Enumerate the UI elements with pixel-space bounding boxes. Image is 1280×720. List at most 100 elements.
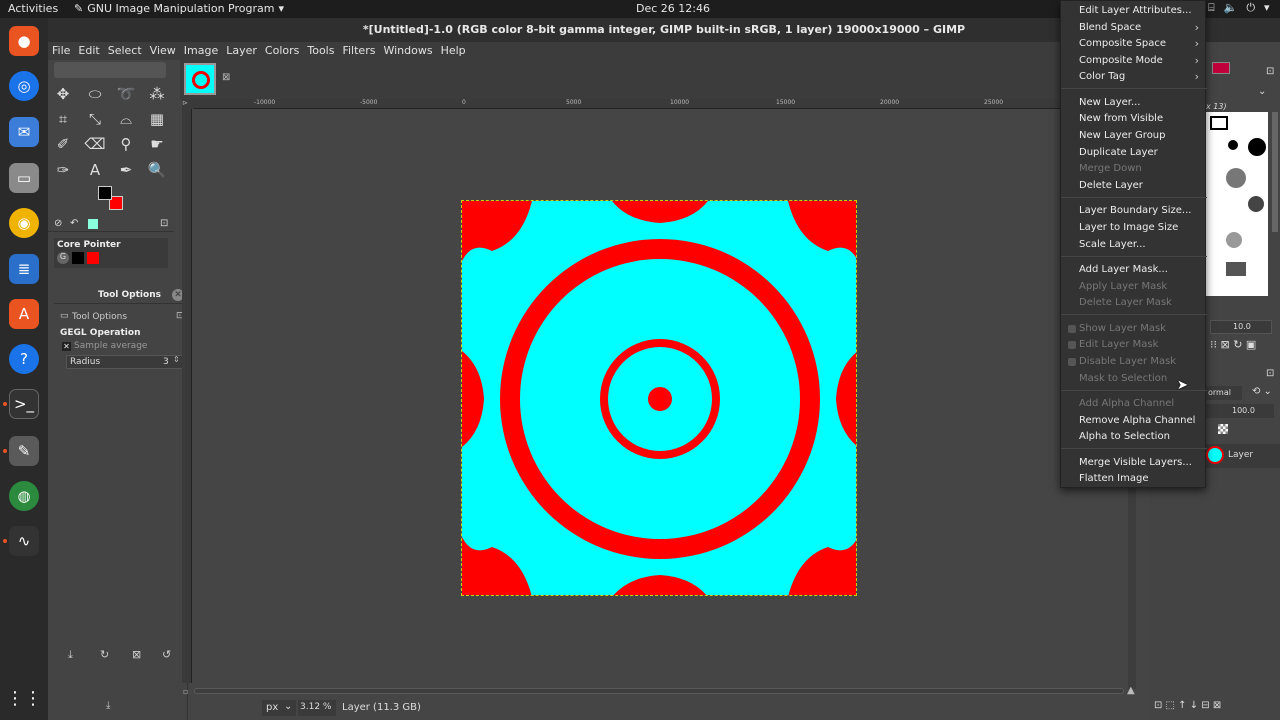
sample-average-checkbox[interactable]: ✕ [62, 342, 71, 351]
brush-item[interactable] [1248, 196, 1264, 212]
zoom-tool-icon[interactable]: 🔍 [146, 160, 168, 180]
image-thumbnail-tab[interactable] [184, 63, 216, 95]
close-tab-icon[interactable]: ⊠ [222, 72, 230, 83]
ruler-corner-icon[interactable]: ⊳ [182, 99, 194, 109]
menu-windows[interactable]: Windows [379, 42, 436, 60]
menu-colors[interactable]: Colors [261, 42, 303, 60]
delete-options-icon[interactable]: ⊠ [132, 648, 141, 661]
save-options-icon[interactable]: ⤓ [68, 648, 73, 662]
layer-actions-icons[interactable]: ⊡ ⬚ ↑ ↓ ⊟ ⊠ [1154, 700, 1221, 711]
stepper-icon[interactable]: ⇕ [173, 355, 180, 364]
menu-item-merge-visible-layers[interactable]: Merge Visible Layers... [1079, 455, 1203, 471]
rect-select-tool-icon[interactable]: ⬭ [84, 84, 106, 104]
quick-mask-toggle-icon[interactable]: ▫ [183, 687, 188, 696]
horizontal-scrollbar[interactable] [194, 688, 1124, 694]
reset-mode-icon[interactable]: ⟲ ⌄ [1252, 386, 1272, 397]
menu-filters[interactable]: Filters [338, 42, 379, 60]
menu-view[interactable]: View [146, 42, 180, 60]
rhythmbox-icon[interactable]: ◉ [9, 208, 39, 238]
foreground-color-swatch[interactable] [98, 186, 112, 200]
fuzzy-select-tool-icon[interactable]: ⁂ [146, 84, 168, 104]
brush-item[interactable] [1226, 262, 1246, 276]
libreoffice-writer-icon[interactable]: ≣ [9, 254, 39, 284]
undo-history-icon[interactable]: ↶ [70, 218, 78, 229]
menu-item-duplicate-layer[interactable]: Duplicate Layer [1079, 145, 1203, 161]
paths-tool-icon[interactable]: ✑ [52, 160, 74, 180]
brush-item[interactable] [1210, 116, 1228, 130]
menu-item-remove-alpha-channel[interactable]: Remove Alpha Channel [1079, 413, 1203, 429]
opacity-spinner[interactable]: 100.0 [1206, 404, 1274, 418]
menu-tools[interactable]: Tools [303, 42, 338, 60]
brush-item[interactable] [1226, 232, 1242, 248]
software-center-icon[interactable]: A [9, 299, 39, 329]
color-picker-tool-icon[interactable]: ✒ [115, 160, 137, 180]
system-monitor-icon[interactable]: ∿ [9, 526, 39, 556]
brushes-grid[interactable] [1206, 112, 1268, 296]
eraser-tool-icon[interactable]: ⌫ [84, 134, 106, 154]
app-menu[interactable]: ✎ GNU Image Manipulation Program ▾ [74, 2, 284, 15]
menu-item-blend-space[interactable]: Blend Space › [1079, 20, 1203, 36]
menu-item-new-layer-group[interactable]: New Layer Group [1079, 128, 1203, 144]
spacing-spinner[interactable]: 10.0 [1210, 320, 1272, 334]
transform-tool-icon[interactable]: ⤡ [84, 109, 106, 129]
menu-item-layer-boundary-size[interactable]: Layer Boundary Size... [1079, 203, 1203, 219]
menu-item-add-layer-mask[interactable]: Add Layer Mask... [1079, 262, 1203, 278]
reset-options-icon[interactable]: ↺ [162, 648, 171, 661]
menu-item-new-layer[interactable]: New Layer... [1079, 95, 1203, 111]
clock[interactable]: Dec 26 12:46 [636, 2, 710, 15]
smudge-tool-icon[interactable]: ☛ [146, 134, 168, 154]
layer-row[interactable]: Layer [1202, 444, 1280, 468]
lock-alpha-icon[interactable] [1218, 424, 1228, 434]
gimp-icon[interactable]: ✎ [9, 436, 39, 466]
menu-item-alpha-to-selection[interactable]: Alpha to Selection [1079, 429, 1203, 445]
brush-actions-icons[interactable]: ⁝⁝ ⊠ ↻ ▣ [1210, 338, 1256, 351]
crop-tool-icon[interactable]: ⌗ [52, 109, 74, 129]
menu-item-composite-space[interactable]: Composite Space › [1079, 36, 1203, 52]
menu-help[interactable]: Help [437, 42, 470, 60]
radius-spinner[interactable]: Radius 3 ⇕ [66, 355, 184, 369]
warp-tool-icon[interactable]: ⌓ [115, 109, 137, 129]
kaleidoscope-image[interactable] [461, 200, 857, 596]
gradient-tool-icon[interactable]: ▦ [146, 109, 168, 129]
show-apps-icon[interactable]: ⋮⋮ [6, 683, 42, 713]
terminal-icon[interactable]: >_ [9, 389, 39, 419]
menu-item-scale-layer[interactable]: Scale Layer... [1079, 237, 1203, 253]
system-tray[interactable]: ⌸ 🔈 ⏻ ▾ [1208, 1, 1270, 15]
help-icon[interactable]: ? [9, 344, 39, 374]
layer-mode-select[interactable]: ormal [1206, 386, 1242, 400]
menu-item-edit-layer-attributes[interactable]: Edit Layer Attributes... [1079, 3, 1203, 19]
files-icon[interactable]: ▭ [9, 163, 39, 193]
tool-options-tab[interactable]: Tool Options [72, 312, 127, 322]
menu-edit[interactable]: Edit [74, 42, 103, 60]
device-icon[interactable]: ⊘ [54, 218, 62, 229]
unit-select[interactable]: px ⌄ [262, 700, 296, 716]
menu-layer[interactable]: Layer [222, 42, 261, 60]
menu-image[interactable]: Image [180, 42, 222, 60]
clone-tool-icon[interactable]: ⚲ [115, 134, 137, 154]
thunderbird-icon[interactable]: ✉ [9, 117, 39, 147]
toolbox-drop-icon[interactable]: ⤓ [106, 700, 110, 711]
navigate-icon[interactable]: ▲ [1127, 685, 1135, 696]
menu-item-color-tag[interactable]: Color Tag › [1079, 69, 1203, 85]
move-tool-icon[interactable]: ✥ [52, 84, 74, 104]
menu-item-delete-layer[interactable]: Delete Layer [1079, 178, 1203, 194]
panel-menu-icon[interactable]: ⊡ [1266, 368, 1274, 379]
menu-item-new-from-visible[interactable]: New from Visible [1079, 111, 1203, 127]
restore-options-icon[interactable]: ↻ [100, 648, 109, 661]
panel-menu-icon[interactable]: ⊡ [160, 218, 168, 229]
color-tab-icon[interactable] [88, 219, 98, 229]
firefox-icon[interactable]: ● [9, 26, 39, 56]
free-select-tool-icon[interactable]: ➰ [115, 84, 137, 104]
panel-menu-icon[interactable]: ⊡ [1266, 66, 1274, 77]
chevron-down-icon[interactable]: ⌄ [1258, 86, 1266, 97]
brush-item[interactable] [1248, 138, 1266, 156]
brushes-scrollbar[interactable] [1272, 112, 1278, 232]
menu-item-layer-to-image-size[interactable]: Layer to Image Size [1079, 220, 1203, 236]
menu-item-composite-mode[interactable]: Composite Mode › [1079, 53, 1203, 69]
menu-select[interactable]: Select [104, 42, 146, 60]
zoom-select[interactable]: 3.12 % [298, 700, 336, 716]
menu-item-flatten-image[interactable]: Flatten Image [1079, 471, 1203, 487]
chromium-icon[interactable]: ◎ [9, 71, 39, 101]
activities-button[interactable]: Activities [8, 2, 58, 15]
paintbrush-tool-icon[interactable]: ✐ [52, 134, 74, 154]
